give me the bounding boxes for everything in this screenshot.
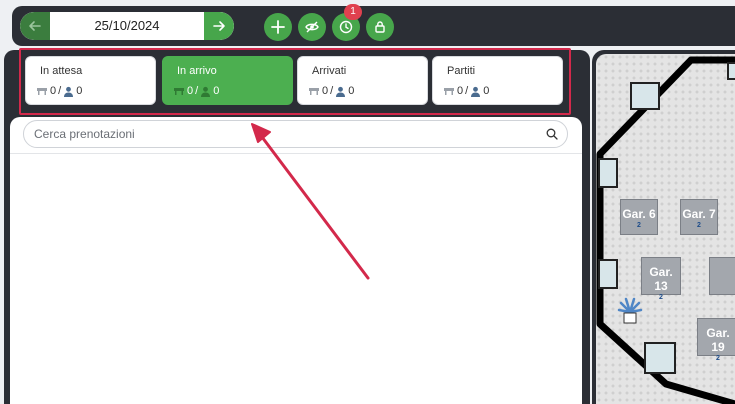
table-capacity: 2 [637,222,641,229]
plus-icon [271,20,285,34]
floor-table-partial[interactable] [709,257,735,295]
next-day-button[interactable] [204,12,234,40]
search-icon[interactable] [546,128,558,140]
top-toolbar: 25/10/2024 1 [0,0,735,50]
window-icon [630,82,660,110]
arrow-left-icon [29,21,41,31]
table-name: Gar. 19 [706,326,730,354]
toolbar-container: 25/10/2024 [12,6,735,46]
potted-plant-icon [617,297,643,324]
previous-day-button[interactable] [20,12,50,40]
hide-button[interactable] [298,13,326,41]
table-capacity: 2 [659,294,663,301]
table-name: Gar. 7 [682,207,716,221]
search-box [23,120,568,148]
search-input[interactable] [34,121,534,147]
window-icon [598,158,618,188]
reservation-list [10,117,582,404]
floor-plan-canvas[interactable]: Gar. 6 2 Gar. 7 2 Gar. 13 2 Gar. 19 2 [596,54,735,404]
floor-table[interactable]: Gar. 19 2 [697,318,735,362]
eye-off-icon [305,21,319,33]
window-icon [598,259,618,289]
window-icon [727,62,735,80]
date-display[interactable]: 25/10/2024 [50,12,204,40]
lock-icon [375,21,385,33]
window-icon [644,342,676,374]
highlight-annotation-box [19,48,571,115]
table-name: Gar. 6 [622,207,656,221]
date-navigator: 25/10/2024 [20,12,234,40]
arrow-right-icon [213,21,225,31]
table-name: Gar. 13 [649,265,673,293]
divider [10,153,582,154]
clock-icon [339,20,353,34]
floor-table[interactable]: Gar. 13 2 [641,257,681,301]
table-capacity: 2 [697,222,701,229]
floor-table[interactable]: Gar. 6 2 [620,199,658,235]
add-reservation-button[interactable] [264,13,292,41]
table-capacity: 2 [716,355,720,362]
notification-badge: 1 [344,4,362,20]
lock-button[interactable] [366,13,394,41]
floor-table[interactable]: Gar. 7 2 [680,199,718,235]
